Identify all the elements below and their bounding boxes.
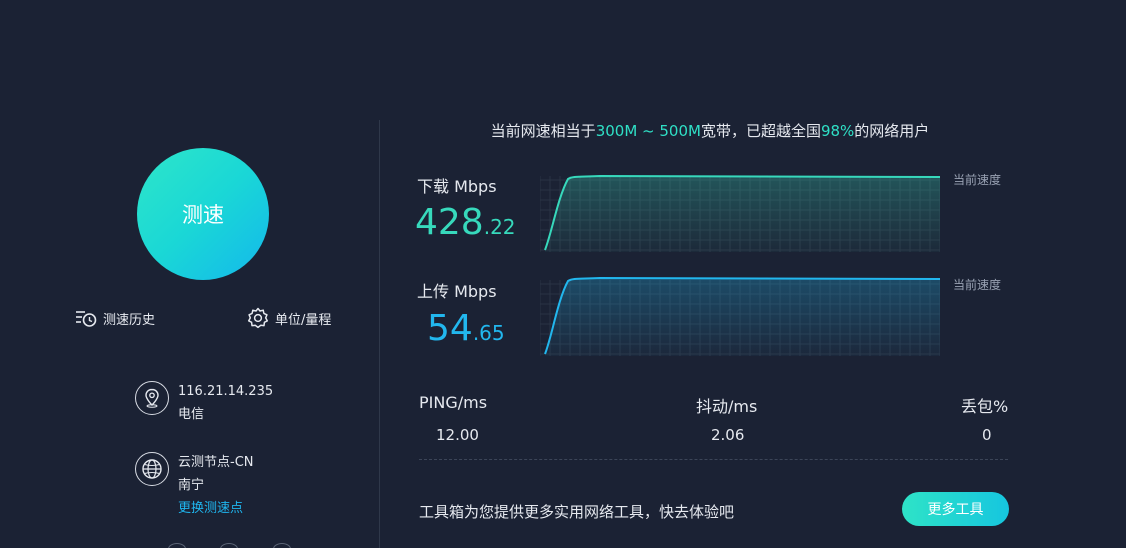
speed-summary: 当前网速相当于300M ~ 500M宽带，已超越全国98%的网络用户 <box>420 120 1000 141</box>
upload-value-dec: .65 <box>472 321 505 345</box>
summary-prefix: 当前网速相当于 <box>490 122 596 140</box>
ip-info: 116.21.14.235 电信 <box>135 380 273 426</box>
more-tools-label: 更多工具 <box>927 502 984 518</box>
start-speedtest-button[interactable]: 测速 <box>137 148 269 280</box>
node-info: 云测节点-CN 南宁 更换测速点 <box>135 451 254 520</box>
upload-value: 54.65 <box>427 311 505 351</box>
globe-icon <box>135 452 169 486</box>
download-value: 428.22 <box>415 205 516 245</box>
panel-divider <box>379 120 380 548</box>
upload-speed-chart <box>540 276 940 356</box>
download-value-dec: .22 <box>483 215 516 239</box>
summary-middle: 宽带，已超越全国 <box>700 122 821 140</box>
summary-percent: 98% <box>820 122 855 140</box>
node-city: 南宁 <box>178 478 205 493</box>
change-node-link[interactable]: 更换测速点 <box>178 497 254 520</box>
jitter-value: 2.06 <box>711 426 745 444</box>
loss-value: 0 <box>982 426 992 444</box>
download-current-tag: 当前速度 <box>953 173 1002 187</box>
bottom-icon-2[interactable] <box>220 543 238 548</box>
ip-address: 116.21.14.235 <box>178 384 274 399</box>
units-range-label: 单位/量程 <box>275 312 332 328</box>
stats-divider <box>419 459 1008 460</box>
units-range-link[interactable]: 单位/量程 <box>247 307 331 329</box>
gear-icon <box>247 307 269 329</box>
node-name: 云测节点-CN <box>178 455 254 470</box>
bottom-icon-1[interactable] <box>168 543 186 548</box>
ping-value: 12.00 <box>436 426 479 444</box>
download-value-int: 428 <box>415 202 484 243</box>
isp-name: 电信 <box>178 407 205 422</box>
bottom-icon-3[interactable] <box>273 543 291 548</box>
speedtest-page: 测速 测速历史 单位/量程 116.21.14.235 电信 云测节点-CN 南… <box>0 0 1126 548</box>
upload-chart-area <box>545 278 940 356</box>
download-chart-area <box>545 176 940 252</box>
speedtest-history-link[interactable]: 测速历史 <box>75 307 155 329</box>
download-speed-chart <box>540 174 940 252</box>
history-clock-icon <box>75 308 97 328</box>
start-speedtest-label: 测速 <box>182 203 224 227</box>
ping-label: PING/ms <box>419 393 488 412</box>
speedtest-history-label: 测速历史 <box>103 312 156 328</box>
jitter-label: 抖动/ms <box>696 397 758 416</box>
location-pin-icon <box>135 381 169 415</box>
loss-label: 丢包% <box>961 397 1009 416</box>
summary-suffix: 的网络用户 <box>854 122 930 140</box>
toolbox-promo-text: 工具箱为您提供更多实用网络工具，快去体验吧 <box>419 503 735 521</box>
summary-bandwidth: 300M ~ 500M <box>595 122 701 140</box>
more-tools-button[interactable]: 更多工具 <box>902 492 1009 526</box>
upload-label: 上传 Mbps <box>417 282 497 301</box>
upload-value-int: 54 <box>427 308 473 349</box>
upload-current-tag: 当前速度 <box>953 278 1002 292</box>
download-label: 下载 Mbps <box>417 177 497 196</box>
